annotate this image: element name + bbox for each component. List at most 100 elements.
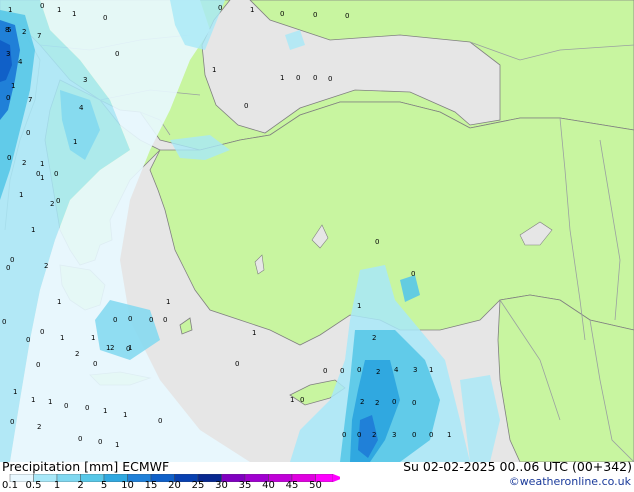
precip-value: 1 <box>91 334 95 342</box>
precip-value: 0 <box>78 435 82 443</box>
precip-value: 0 <box>163 316 167 324</box>
precip-value: 1 <box>250 6 254 14</box>
legend-tick-label: 10 <box>121 480 134 491</box>
precip-value: 7 <box>37 32 41 40</box>
precip-value: 1 <box>13 388 17 396</box>
precip-value: 2 <box>22 28 26 36</box>
precip-value: 2 <box>75 350 79 358</box>
footer-bar: Precipitation [mm] ECMWF Su 02-02-2025 0… <box>0 459 634 491</box>
precip-value: 7 <box>28 96 32 104</box>
precip-value: 1 <box>40 174 44 182</box>
precip-value: 1 <box>166 298 170 306</box>
precip-value: 2 <box>375 399 379 407</box>
precip-value: 0 <box>98 438 102 446</box>
precip-value: 0 <box>313 74 317 82</box>
legend-tick-label: 20 <box>168 480 181 491</box>
precip-value: 1 <box>357 302 361 310</box>
precip-value: 0 <box>56 197 60 205</box>
precip-value: 2 <box>110 344 114 352</box>
legend-tick-label: 15 <box>144 480 158 491</box>
precip-value: 1 <box>123 411 127 419</box>
precip-value: 0 <box>158 417 162 425</box>
precip-value: 0 <box>313 11 317 19</box>
precip-value: 0 <box>6 94 10 102</box>
precip-value: 0 <box>64 402 68 410</box>
precip-value: 0 <box>345 12 349 20</box>
precip-value: 0 <box>357 431 361 439</box>
precip-value: 0 <box>296 74 300 82</box>
precip-value: 3 <box>83 76 87 84</box>
precip-value: 4 <box>18 58 23 66</box>
precip-value: 1 <box>447 431 451 439</box>
precip-value: 1 <box>212 66 216 74</box>
precip-value: 0 <box>375 238 379 246</box>
precip-value: 1 <box>48 398 52 406</box>
legend-tick-label: 30 <box>215 480 228 491</box>
precip-value: 3 <box>413 366 417 374</box>
precip-value: 0 <box>115 50 119 58</box>
precip-value: 2 <box>44 262 48 270</box>
precip-value: 0 <box>412 431 416 439</box>
precip-value: 2 <box>372 334 376 342</box>
precip-value: 0 <box>36 170 40 178</box>
precip-value: 0 <box>10 256 14 264</box>
precip-value: 2 <box>376 368 380 376</box>
precip-value: 0 <box>85 404 89 412</box>
precip-value: 0 <box>357 366 361 374</box>
precip-value: 0 <box>412 399 416 407</box>
precip-value: 0 <box>103 14 107 22</box>
precip-value: 3 <box>6 50 10 58</box>
site-credit[interactable]: ©weatheronline.co.uk <box>509 475 631 488</box>
precip-value: 1 <box>290 396 294 404</box>
legend-tick-label: 1 <box>53 480 61 491</box>
precip-value: 4 <box>394 366 399 374</box>
precip-value: 1 <box>57 298 61 306</box>
precip-value: 1 <box>252 329 256 337</box>
precip-value: 0 <box>7 154 11 162</box>
precip-value: 0 <box>280 10 284 18</box>
precip-value: 1 <box>429 366 433 374</box>
precip-value: 1 <box>19 191 23 199</box>
precip-value: 0 <box>392 398 396 406</box>
precip-value: 2 <box>37 423 41 431</box>
precip-value: 1 <box>8 6 12 14</box>
legend-tick-label: 2 <box>77 480 84 491</box>
precip-value: 0 <box>340 367 344 375</box>
precip-value: 0 <box>40 2 44 10</box>
precip-value: 0 <box>126 345 130 353</box>
precip-value: 1 <box>72 10 76 18</box>
precip-value: 1 <box>40 160 44 168</box>
precip-value: 0 <box>26 129 30 137</box>
legend-tick-label: 35 <box>238 480 252 491</box>
precip-value: 0 <box>328 75 332 83</box>
precip-value: 0 <box>244 102 248 110</box>
legend-tick-label: 0.5 <box>25 480 42 491</box>
precip-value: 1 <box>57 6 61 14</box>
precip-value: 1 <box>11 82 15 90</box>
precip-value: 0 <box>342 431 346 439</box>
legend-tick-label: 45 <box>285 480 299 491</box>
precip-value: 0 <box>6 264 10 272</box>
precip-value: 0 <box>149 316 153 324</box>
precip-value: 0 <box>93 360 97 368</box>
precip-value: 2 <box>372 431 376 439</box>
precip-value: 0 <box>300 396 304 404</box>
precip-value: 0 <box>54 170 58 178</box>
model-name: ECMWF <box>122 459 170 474</box>
precip-value: 0 <box>128 315 132 323</box>
precip-value: 3 <box>392 431 396 439</box>
precip-value: 1 <box>31 226 35 234</box>
legend-tick-label: 0.1 <box>2 480 18 491</box>
precip-value: 0 <box>235 360 239 368</box>
precip-value: 2 <box>360 398 364 406</box>
precip-value: 1 <box>73 138 77 146</box>
precip-value: 1 <box>115 441 119 449</box>
precip-value: 0 <box>36 361 40 369</box>
precip-value: 0 <box>218 4 222 12</box>
precip-value: 4 <box>79 104 84 112</box>
precip-value: 8 <box>5 26 9 34</box>
legend-tick-label: 40 <box>262 480 275 491</box>
precip-value: 0 <box>411 270 415 278</box>
precip-value: 0 <box>323 367 327 375</box>
precip-value: 0 <box>113 316 117 324</box>
